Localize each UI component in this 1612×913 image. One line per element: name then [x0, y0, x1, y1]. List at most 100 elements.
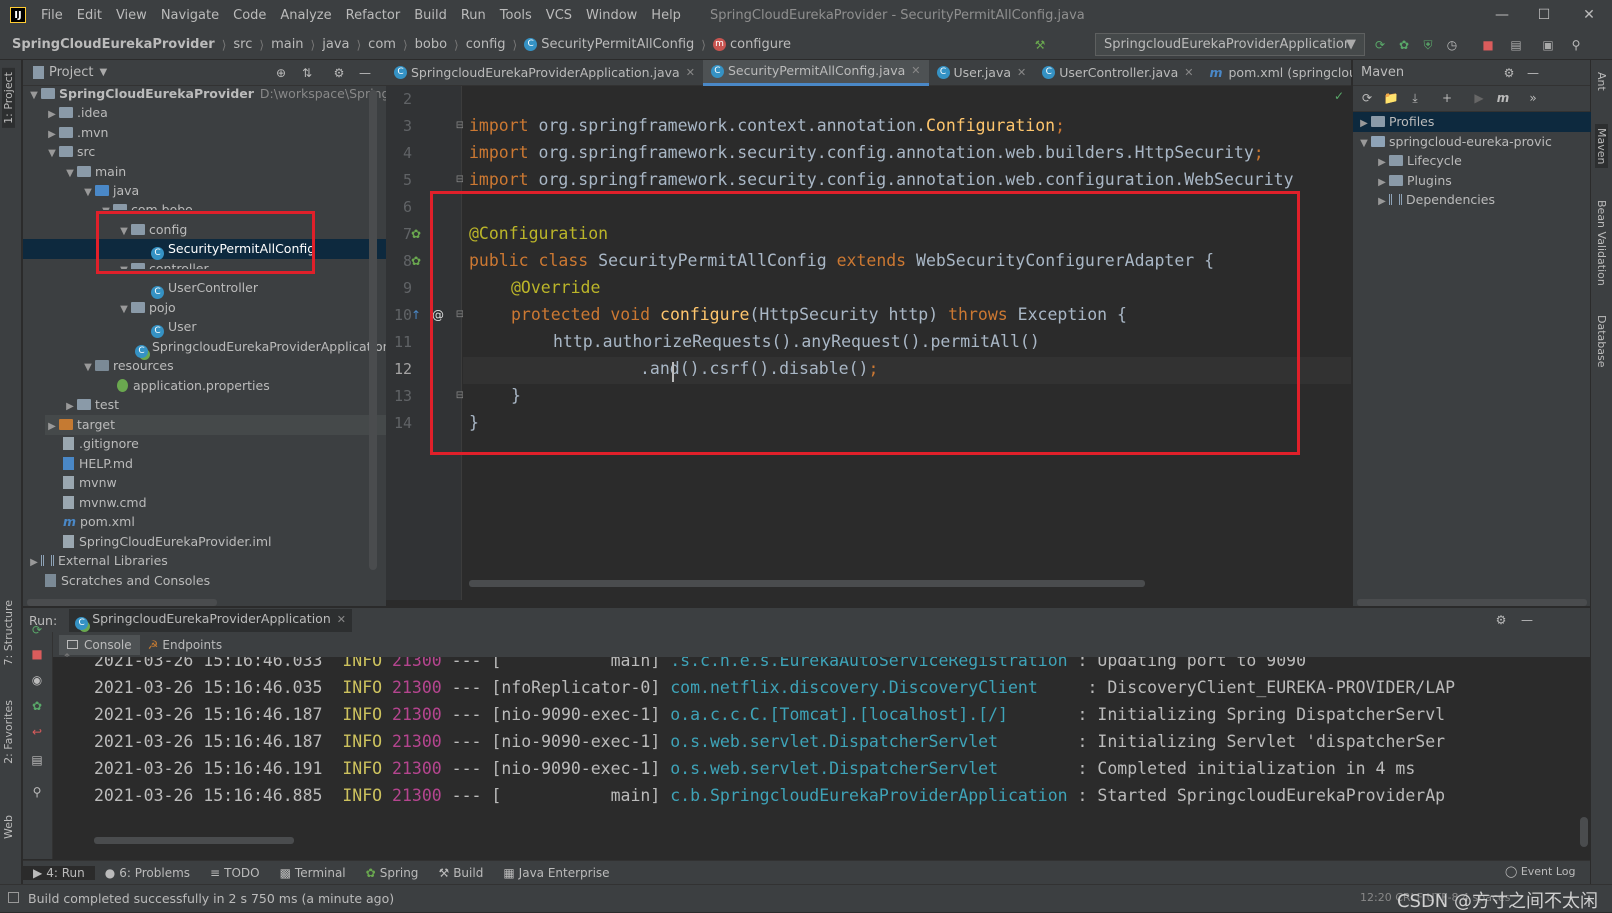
tab-user-controller-java[interactable]: C UserController.java ✕	[1034, 60, 1201, 86]
vertical-scrollbar[interactable]	[369, 90, 377, 570]
close-icon[interactable]: ✕	[337, 613, 346, 626]
camera-icon[interactable]: ◉	[29, 672, 45, 688]
menu-view[interactable]: View	[109, 8, 154, 23]
tab-security-config-java[interactable]: C SecurityPermitAllConfig.java ✕	[702, 59, 929, 86]
close-window-icon[interactable]: ✕	[1568, 0, 1610, 30]
add-icon[interactable]: +	[1439, 90, 1455, 106]
toolwindow-run[interactable]: ▶ 4: Run	[23, 865, 95, 880]
menu-navigate[interactable]: Navigate	[154, 8, 226, 23]
rerun-icon[interactable]: ⟳	[1372, 37, 1388, 53]
maven-horizontal-scrollbar[interactable]	[1357, 599, 1587, 606]
breadcrumb-java[interactable]: java	[322, 37, 349, 52]
tree-item-gitignore[interactable]: .gitignore	[63, 434, 139, 454]
editor-horizontal-scrollbar[interactable]	[469, 580, 1145, 587]
tree-item-pom[interactable]: m pom.xml	[63, 512, 135, 532]
tree-item-application-properties[interactable]: application.properties	[117, 376, 270, 396]
breadcrumb-src[interactable]: src	[233, 37, 252, 52]
tree-item-java[interactable]: ▼ java	[81, 181, 139, 201]
exit-icon[interactable]: ↩	[29, 724, 45, 740]
menu-edit[interactable]: Edit	[70, 8, 109, 23]
maximize-icon[interactable]: ☐	[1523, 0, 1565, 30]
breadcrumb-main[interactable]: main	[271, 37, 303, 52]
hide-panel-icon[interactable]: —	[357, 65, 373, 81]
horizontal-scrollbar[interactable]	[27, 599, 217, 606]
close-icon[interactable]: ✕	[1184, 61, 1193, 85]
tab-user-java[interactable]: C User.java ✕	[929, 60, 1035, 86]
toolwindow-terminal[interactable]: ▩ Terminal	[270, 866, 356, 880]
chevron-down-icon[interactable]: ▼	[99, 67, 107, 78]
tree-item-scratches[interactable]: Scratches and Consoles	[45, 571, 210, 591]
tree-item-test[interactable]: ▶ test	[63, 395, 119, 415]
breadcrumb-com[interactable]: com	[368, 37, 396, 52]
run-icon[interactable]: ▶	[1471, 90, 1487, 106]
tab-application-java[interactable]: C SpringcloudEurekaProviderApplication.ja…	[386, 60, 703, 86]
breadcrumb-method[interactable]: configure	[730, 37, 791, 52]
close-icon[interactable]: ✕	[686, 61, 695, 85]
gear-icon[interactable]: ⚙	[1493, 612, 1509, 628]
breadcrumb-class[interactable]: SecurityPermitAllConfig	[541, 37, 694, 52]
maven-item-dependencies[interactable]: ▶ Dependencies	[1375, 190, 1495, 210]
tab-endpoints[interactable]: ☭ Endpoints	[140, 635, 230, 655]
menu-vcs[interactable]: VCS	[539, 8, 579, 23]
check-mark-icon[interactable]: ✓	[1331, 88, 1347, 104]
download-icon[interactable]: ⤓	[1407, 90, 1423, 106]
override-method-icon[interactable]: ↑	[408, 307, 424, 323]
tree-item-user-controller[interactable]: C UserController	[151, 278, 258, 299]
maven-item-profiles[interactable]: ▶ Profiles	[1353, 112, 1591, 132]
tree-item-pojo[interactable]: ▼ pojo	[117, 298, 176, 318]
close-icon[interactable]: ✕	[1017, 61, 1026, 85]
breadcrumb-bobo[interactable]: bobo	[415, 37, 447, 52]
minimize-icon[interactable]: —	[1481, 0, 1523, 30]
project-structure-icon[interactable]: ▤	[1508, 37, 1524, 53]
tool-tab-ant[interactable]: Ant	[1595, 72, 1608, 91]
stop-icon[interactable]: ■	[1480, 37, 1496, 53]
toolwindow-todo[interactable]: ≡ TODO	[200, 866, 270, 880]
menu-refactor[interactable]: Refactor	[339, 8, 408, 23]
menu-tools[interactable]: Tools	[493, 8, 539, 23]
event-log-button[interactable]: ◯ Event Log	[1505, 865, 1575, 878]
tree-item-main[interactable]: ▼ main	[63, 162, 126, 182]
pin-icon[interactable]: ⚲	[29, 784, 45, 800]
project-panel-title[interactable]: Project	[49, 65, 93, 80]
tree-item-package[interactable]: ▼ com.bobo	[99, 200, 193, 210]
locate-icon[interactable]: ⊕	[273, 65, 289, 81]
tree-item-root[interactable]: ▼ SpringCloudEurekaProvider D:\workspace\S…	[27, 84, 417, 104]
toolwindow-problems[interactable]: ● 6: Problems	[95, 866, 200, 880]
menu-help[interactable]: Help	[644, 8, 688, 23]
tree-item-application[interactable]: C SpringcloudEurekaProviderApplication	[135, 337, 391, 358]
tree-item-external-libraries[interactable]: ▶ External Libraries	[27, 551, 168, 571]
maven-item-plugins[interactable]: ▶ Plugins	[1375, 171, 1452, 191]
toolwindow-java-enterprise[interactable]: ▦ Java Enterprise	[493, 866, 619, 880]
layout-icon[interactable]: ▣	[1540, 37, 1556, 53]
menu-code[interactable]: Code	[226, 8, 273, 23]
tool-tab-project[interactable]: 1: Project	[2, 68, 15, 128]
menu-analyze[interactable]: Analyze	[273, 8, 338, 23]
close-icon[interactable]: ✕	[911, 59, 920, 83]
tool-tab-structure[interactable]: 7: Structure	[2, 600, 15, 665]
tree-item-src[interactable]: ▼ src	[45, 142, 95, 162]
maven-goal-icon[interactable]: m	[1495, 90, 1511, 106]
menu-build[interactable]: Build	[407, 8, 454, 23]
tool-tab-maven[interactable]: Maven	[1595, 124, 1608, 169]
tree-item-mvnw[interactable]: mvnw	[63, 473, 117, 493]
tool-tab-bean-validation[interactable]: Bean Validation	[1595, 200, 1608, 286]
menu-file[interactable]: File	[34, 8, 70, 23]
tree-item-help-md[interactable]: HELP.md	[63, 454, 133, 474]
layout-icon[interactable]: ▤	[29, 752, 45, 768]
hide-panel-icon[interactable]: —	[1525, 65, 1541, 81]
maven-item-project[interactable]: ▼ springcloud-eureka-provic	[1357, 132, 1552, 152]
gear-icon[interactable]: ⚙	[331, 65, 347, 81]
rerun-icon[interactable]: ⟳	[29, 622, 45, 638]
profile-icon[interactable]: ◷	[1444, 37, 1460, 53]
tree-item-user[interactable]: C User	[151, 317, 197, 338]
hide-panel-icon[interactable]: —	[1519, 612, 1535, 628]
collapse-all-icon[interactable]: ⇅	[299, 65, 315, 81]
search-icon[interactable]: ⚲	[1568, 37, 1584, 53]
gear-icon[interactable]: ⚙	[1501, 65, 1517, 81]
run-config-tab[interactable]: C SpringcloudEurekaProviderApplication ✕	[69, 608, 352, 632]
tree-item-mvnw-cmd[interactable]: mvnw.cmd	[63, 493, 147, 513]
breadcrumb-config[interactable]: config	[466, 37, 506, 52]
toolwindow-spring[interactable]: ✿ Spring	[356, 866, 429, 880]
menu-window[interactable]: Window	[579, 8, 644, 23]
tree-item-resources[interactable]: ▼ resources	[81, 356, 173, 376]
